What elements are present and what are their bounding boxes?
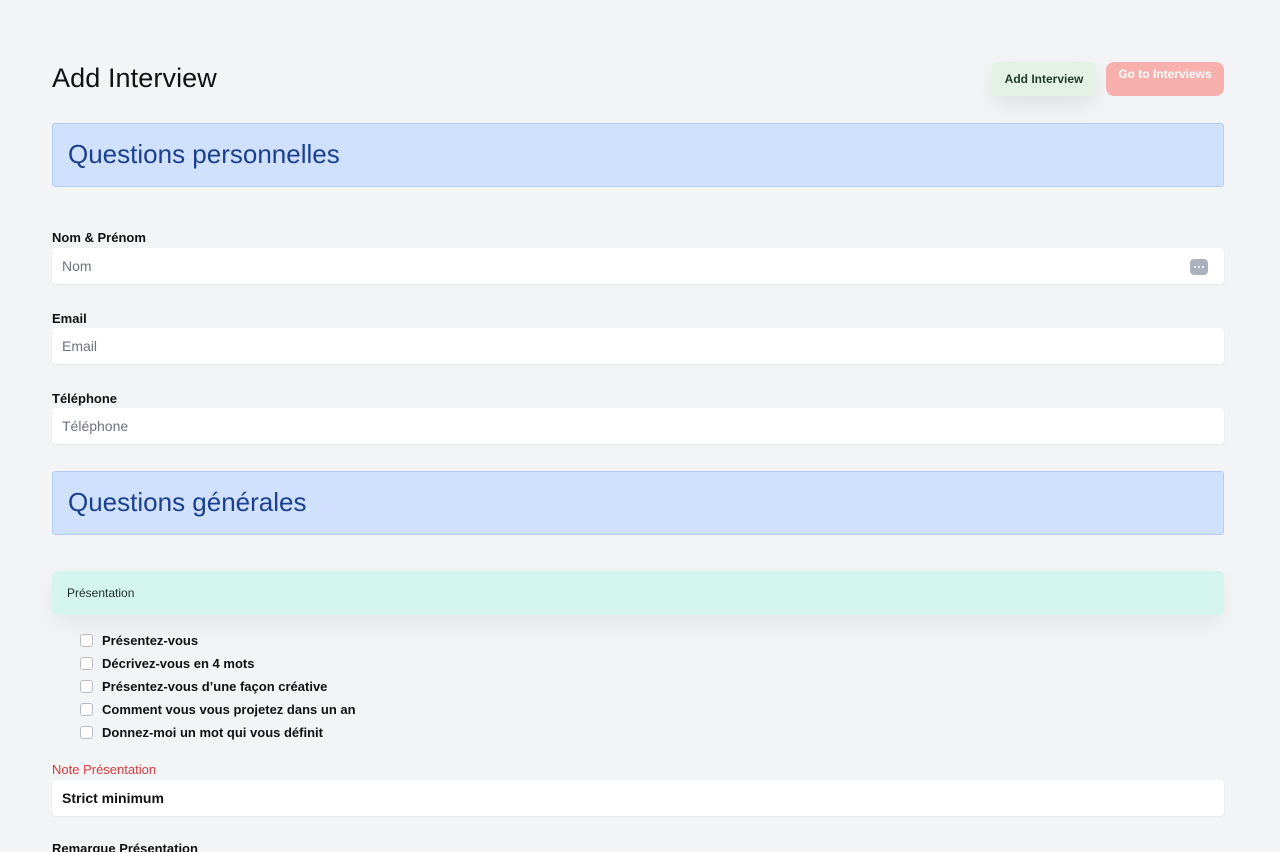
note-presentation-select[interactable]: Strict minimum xyxy=(52,780,1224,816)
section-title: Questions personnelles xyxy=(68,139,340,169)
question-label: Présentez-vous d’une façon créative xyxy=(102,679,328,694)
select-value: Strict minimum xyxy=(62,790,164,806)
question-item[interactable]: Présentez-vous xyxy=(80,632,680,655)
personal-questions-banner: Questions personnelles xyxy=(52,123,1224,187)
checkbox[interactable] xyxy=(80,703,93,716)
topic-title: Présentation xyxy=(67,586,135,600)
question-checklist: Présentez-vous Décrivez-vous en 4 mots P… xyxy=(80,632,680,747)
page-title: Add Interview xyxy=(52,63,217,93)
question-label: Comment vous vous projetez dans un an xyxy=(102,702,356,717)
question-label: Décrivez-vous en 4 mots xyxy=(102,656,255,671)
add-interview-page: Add Interview Add Interview Go to Interv… xyxy=(0,0,1280,852)
question-item[interactable]: Décrivez-vous en 4 mots xyxy=(80,655,680,678)
more-dots-icon[interactable] xyxy=(1190,259,1208,275)
checkbox[interactable] xyxy=(80,634,93,647)
name-input[interactable] xyxy=(52,248,1224,284)
note-presentation-label: Note Présentation xyxy=(52,762,157,777)
phone-input[interactable] xyxy=(52,408,1224,444)
name-label: Nom & Prénom xyxy=(52,230,146,245)
email-label: Email xyxy=(52,311,87,326)
question-label: Donnez-moi un mot qui vous définit xyxy=(102,725,323,740)
section-title: Questions générales xyxy=(68,487,307,517)
checkbox[interactable] xyxy=(80,657,93,670)
go-to-interviews-button[interactable]: Go to Interviews xyxy=(1106,62,1224,96)
topic-card-presentation[interactable]: Présentation xyxy=(52,571,1224,615)
question-item[interactable]: Donnez-moi un mot qui vous définit xyxy=(80,724,680,747)
general-questions-banner: Questions générales xyxy=(52,471,1224,535)
question-item[interactable]: Présentez-vous d’une façon créative xyxy=(80,678,680,701)
checkbox[interactable] xyxy=(80,726,93,739)
question-item[interactable]: Comment vous vous projetez dans un an xyxy=(80,701,680,724)
remark-presentation-label: Remarque Présentation xyxy=(52,841,198,852)
checkbox[interactable] xyxy=(80,680,93,693)
question-label: Présentez-vous xyxy=(102,633,199,648)
phone-label: Téléphone xyxy=(52,391,118,406)
email-input[interactable] xyxy=(52,328,1224,364)
add-interview-button[interactable]: Add Interview xyxy=(992,62,1096,96)
page-header: Add Interview Add Interview Go to Interv… xyxy=(52,58,1224,102)
